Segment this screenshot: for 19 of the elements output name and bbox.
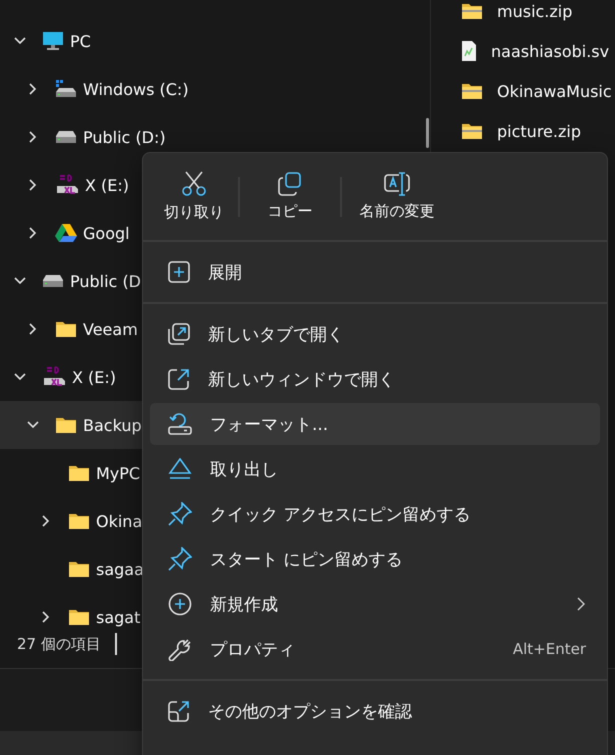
tree-item-label: sagaa [96, 560, 144, 578]
tree-item-label: Backup [83, 416, 142, 434]
tree-item-label: Public (D [70, 272, 141, 290]
tree-item-label: sagat [96, 608, 140, 626]
tree-item-label: PC [70, 32, 91, 50]
file-name: naashiasobi.sv [491, 42, 610, 60]
file-name: OkinawaMusic [497, 82, 612, 100]
tree-item-label: X (E:) [72, 368, 116, 386]
tree-item-label: MyPC [96, 464, 140, 482]
tree-item-label: Public (D:) [83, 128, 166, 146]
file-name: picture.zip [497, 122, 581, 140]
tree-item-label: Windows (C:) [83, 80, 189, 98]
shortcut-text: Alt+Enter [512, 640, 586, 658]
tree-item-label: X (E:) [85, 176, 130, 194]
tree-item-label: Okina [96, 512, 142, 530]
tree-item-label: Googl [83, 224, 130, 242]
file-name: music.zip [497, 2, 572, 20]
tree-item-label: Veeam [83, 320, 138, 338]
item-count: 27 個の項目 [17, 634, 101, 654]
